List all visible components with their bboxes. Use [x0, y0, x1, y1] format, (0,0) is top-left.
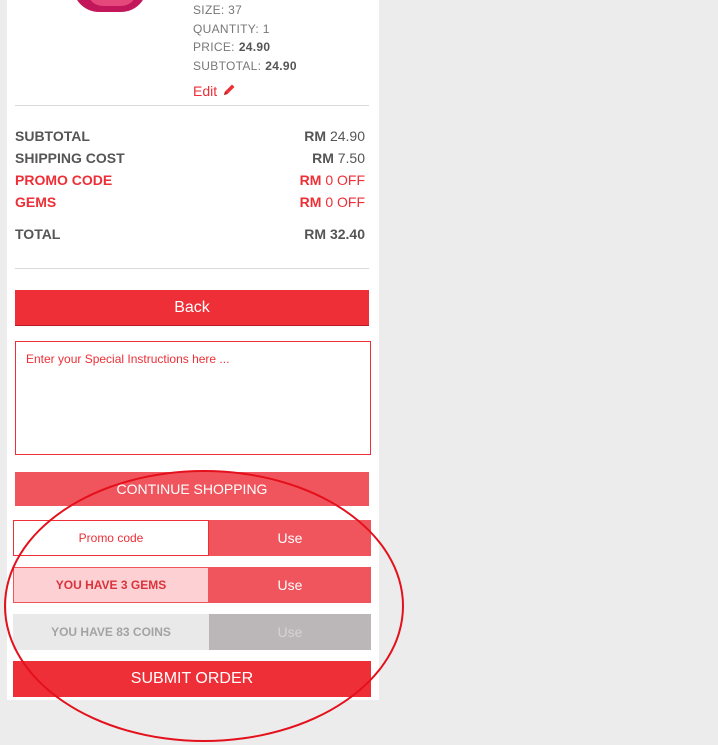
coins-row-controls: YOU HAVE 83 COINS Use: [13, 614, 371, 650]
promo-row: PROMO CODE RM 0 OFF: [15, 172, 365, 188]
edit-link[interactable]: Edit: [193, 83, 236, 99]
price-line: PRICE: 24.90: [193, 40, 271, 54]
quantity-line: QUANTITY: 1: [193, 22, 270, 36]
total-row: TOTAL RM 32.40: [15, 226, 365, 242]
pencil-icon: [223, 83, 236, 99]
cart-panel: SIZE: 37 QUANTITY: 1 PRICE: 24.90 SUBTOTA…: [7, 0, 379, 700]
coins-balance: YOU HAVE 83 COINS: [13, 614, 209, 650]
subtotal-row: SUBTOTAL RM 24.90: [15, 128, 365, 144]
edit-label: Edit: [193, 83, 218, 99]
divider: [15, 105, 369, 106]
submit-order-button[interactable]: SUBMIT ORDER: [13, 661, 371, 697]
special-instructions-textarea[interactable]: Enter your Special Instructions here ...: [15, 341, 371, 455]
gems-use-button[interactable]: Use: [209, 567, 371, 603]
gems-balance: YOU HAVE 3 GEMS: [13, 567, 209, 603]
size-line: SIZE: 37: [193, 3, 243, 17]
promo-use-button[interactable]: Use: [209, 520, 371, 556]
continue-shopping-button[interactable]: CONTINUE SHOPPING: [15, 472, 369, 506]
gems-row-controls: YOU HAVE 3 GEMS Use: [13, 567, 371, 603]
item-subtotal-line: SUBTOTAL: 24.90: [193, 59, 297, 73]
promo-code-input[interactable]: Promo code: [13, 520, 209, 556]
shipping-row: SHIPPING COST RM 7.50: [15, 150, 365, 166]
divider: [15, 268, 369, 269]
back-button[interactable]: Back: [15, 290, 369, 325]
promo-row-controls: Promo code Use: [13, 520, 371, 556]
gems-row: GEMS RM 0 OFF: [15, 194, 365, 210]
product-image: [67, 0, 152, 16]
coins-use-button[interactable]: Use: [209, 614, 371, 650]
